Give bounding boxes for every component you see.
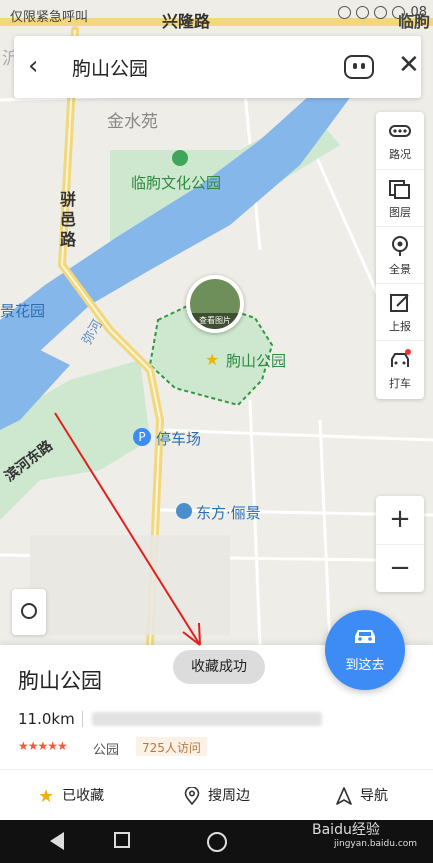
tool-traffic[interactable]: 路况 (376, 112, 424, 169)
favorited-button[interactable]: ★ 已收藏 (38, 785, 104, 807)
place-distance: 11.0km (18, 710, 75, 728)
watermark-brand: Baidu经验 (312, 822, 380, 838)
parking-icon: P (133, 428, 151, 446)
divider (82, 711, 83, 727)
tool-taxi[interactable]: 打车 (376, 340, 424, 397)
map-label-park[interactable]: 朐山公园 (226, 350, 286, 371)
park-photo-thumbnail: 查看图片 (190, 279, 240, 329)
nav-back-icon[interactable] (50, 832, 64, 850)
park-photo-marker[interactable]: 查看图片 (186, 275, 244, 333)
place-name: 朐山公园 (18, 669, 102, 693)
map-tools-panel: 路况 图层 全景 上报 打车 (376, 112, 424, 399)
close-icon[interactable]: ✕ (398, 50, 420, 80)
baidu-watermark: Baidu经验 jingyan.baidu.com (312, 819, 417, 849)
star-icon: ★ (38, 785, 55, 807)
map-label-jinshuiyuan[interactable]: 金水苑 (107, 107, 158, 132)
park-poi-icon (172, 150, 188, 166)
view-photo-label: 查看图片 (190, 313, 240, 329)
voice-assistant-icon[interactable] (344, 55, 374, 79)
navigation-arrow-icon (336, 787, 352, 805)
place-category: 公园 (93, 743, 120, 758)
card-divider (0, 769, 433, 770)
status-bar: 仅限紧急呼叫 08 (0, 0, 433, 30)
locate-button[interactable] (12, 589, 46, 635)
map-label-culture-park[interactable]: 临朐文化公园 (131, 172, 221, 193)
place-address-redacted (92, 712, 322, 726)
navigate-label: 导航 (360, 788, 388, 804)
zoom-control: + − (376, 496, 424, 592)
map-label-pianyi-road: 骈邑路 (60, 190, 77, 249)
tool-layers[interactable]: 图层 (376, 169, 424, 226)
watermark-url: jingyan.baidu.com (334, 839, 418, 849)
tool-panorama-label: 全景 (389, 263, 411, 276)
rating-stars: ★★★★★ (18, 739, 68, 753)
tool-taxi-label: 打车 (389, 377, 411, 390)
pin-icon (184, 787, 200, 805)
layers-icon (389, 180, 410, 199)
visit-count-badge: 725人访问 (136, 737, 207, 756)
nfc-icon (338, 6, 352, 19)
go-there-button[interactable]: 到这去 (325, 610, 405, 690)
status-time: 08 (410, 5, 427, 20)
report-icon (390, 294, 409, 312)
traffic-icon (389, 125, 411, 137)
zoom-in-button[interactable]: + (376, 496, 424, 544)
tool-traffic-label: 路况 (389, 148, 411, 161)
panorama-icon (392, 236, 408, 256)
go-there-label: 到这去 (345, 658, 385, 673)
search-nearby-button[interactable]: 搜周边 (184, 785, 250, 805)
status-emergency-text: 仅限紧急呼叫 (10, 10, 89, 25)
map-label-dongfang[interactable]: 东方·俪景 (196, 502, 261, 523)
zoom-out-button[interactable]: − (376, 544, 424, 592)
tool-panorama[interactable]: 全景 (376, 226, 424, 283)
residential-poi-icon (176, 503, 192, 519)
wifi-icon (374, 6, 388, 19)
favorited-label: 已收藏 (62, 788, 105, 804)
mute-icon (392, 6, 406, 19)
navigate-button[interactable]: 导航 (336, 785, 388, 805)
tool-layers-label: 图层 (389, 206, 411, 219)
back-icon[interactable]: ‹ (28, 52, 56, 82)
map-label-parking[interactable]: 停车场 (156, 428, 201, 449)
favorite-star-icon: ★ (205, 350, 220, 369)
nav-recents-icon[interactable] (114, 832, 130, 848)
search-bar: ‹ 朐山公园 ✕ (14, 36, 421, 98)
favorite-success-toast: 收藏成功 (173, 650, 265, 684)
map-label-jing-garden[interactable]: 景花园 (0, 300, 45, 321)
taxi-icon (391, 349, 411, 367)
nav-home-icon[interactable] (207, 832, 227, 852)
search-nearby-label: 搜周边 (208, 788, 250, 804)
search-query[interactable]: 朐山公园 (72, 54, 148, 81)
locate-icon (21, 603, 37, 619)
tool-report[interactable]: 上报 (376, 283, 424, 340)
tool-report-label: 上报 (389, 320, 411, 333)
car-icon (355, 630, 375, 643)
status-icons: 08 (338, 5, 427, 20)
location-icon (356, 6, 370, 19)
